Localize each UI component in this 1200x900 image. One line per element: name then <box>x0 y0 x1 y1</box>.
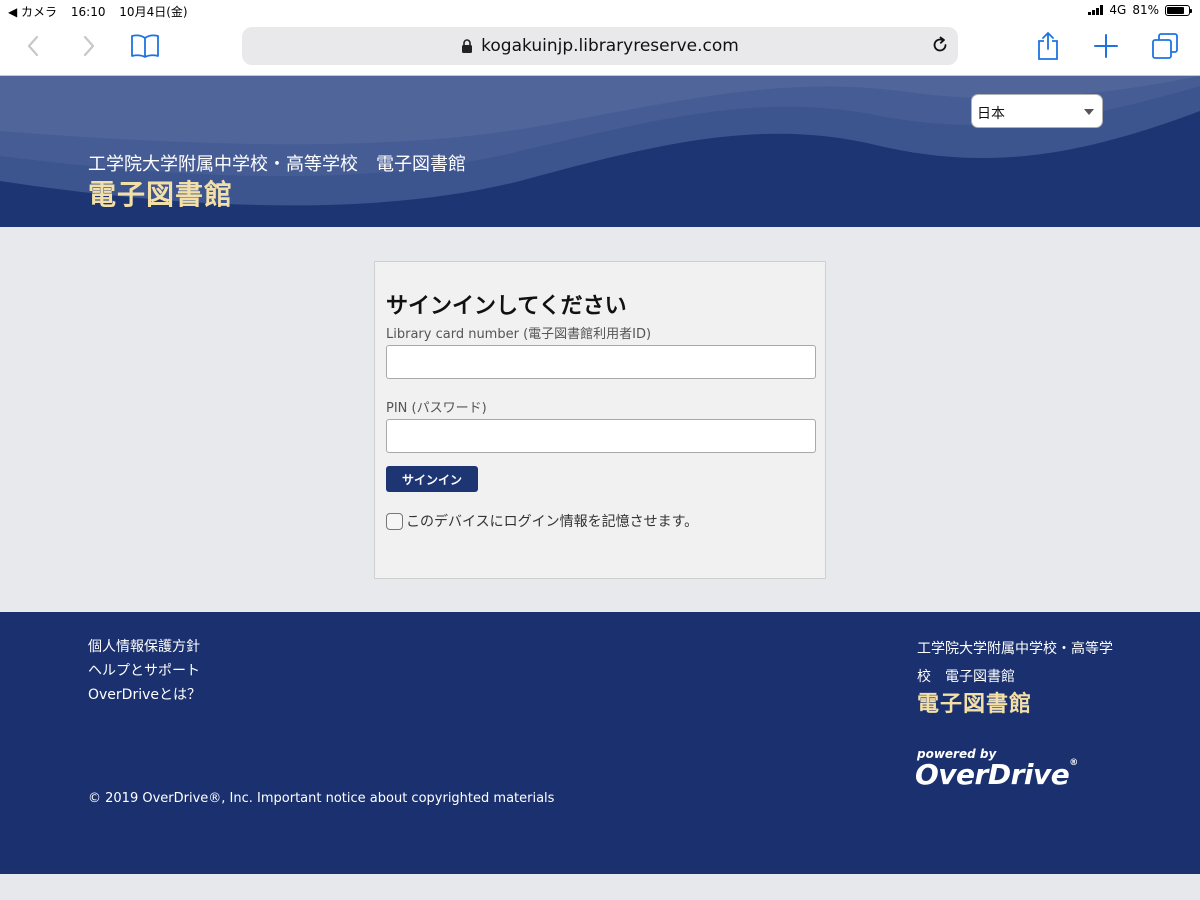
main-content: サインインしてください Library card number (電子図書館利用… <box>0 227 1200 612</box>
pin-label: PIN (パスワード) <box>386 401 487 416</box>
chevron-left-icon[interactable] <box>16 31 50 61</box>
address-bar[interactable]: kogakuinjp.libraryreserve.com <box>242 27 958 65</box>
remember-device[interactable]: このデバイスにログイン情報を記憶させます。 <box>386 511 698 531</box>
chevron-right-icon[interactable] <box>72 31 106 61</box>
browser-toolbar: kogakuinjp.libraryreserve.com <box>0 22 1200 76</box>
battery-icon <box>1165 4 1192 16</box>
footer-library-name: 工学院大学附属中学校・高等学校 電子図書館 <box>917 641 1113 685</box>
network-type: 4G <box>1109 3 1127 17</box>
overdrive-logo[interactable]: OverDrive® <box>915 758 1078 791</box>
status-date: 10月4日(金) <box>119 5 188 19</box>
footer-library-title[interactable]: 電子図書館 <box>917 686 1032 718</box>
language-select[interactable]: 日本 <box>971 94 1103 128</box>
library-title[interactable]: 電子図書館 <box>88 173 233 213</box>
overdrive-brand: OverDrive <box>915 758 1070 791</box>
footer: 個人情報保護方針 ヘルプとサポート OverDriveとは？ © 2019 Ov… <box>0 612 1200 874</box>
card-number-label: Library card number (電子図書館利用者ID) <box>386 327 652 342</box>
page-bottom <box>0 874 1200 900</box>
status-bar: ◀ カメラ 16:10 10月4日(金) 4G 81% <box>0 0 1200 22</box>
reload-icon[interactable] <box>930 35 950 60</box>
share-icon[interactable] <box>1031 31 1065 61</box>
plus-icon[interactable] <box>1089 31 1123 61</box>
copyright-notice[interactable]: © 2019 OverDrive®, Inc. Important notice… <box>88 791 554 806</box>
pin-input[interactable] <box>386 419 816 453</box>
lock-icon <box>461 38 473 54</box>
chevron-down-icon <box>1084 109 1094 115</box>
library-header: 日本 工学院大学附属中学校・高等学校 電子図書館 電子図書館 <box>0 76 1200 227</box>
about-overdrive-link[interactable]: OverDriveとは？ <box>88 683 201 707</box>
remember-checkbox[interactable] <box>386 512 403 530</box>
battery-percent: 81% <box>1132 3 1159 17</box>
signal-icon <box>1088 5 1104 15</box>
tabs-icon[interactable] <box>1148 31 1182 61</box>
help-support-link[interactable]: ヘルプとサポート <box>88 659 201 683</box>
signin-button[interactable]: サインイン <box>386 466 478 492</box>
footer-links: 個人情報保護方針 ヘルプとサポート OverDriveとは？ <box>88 635 201 707</box>
book-icon[interactable] <box>128 31 162 61</box>
privacy-policy-link[interactable]: 個人情報保護方針 <box>88 635 201 659</box>
back-to-app[interactable]: ◀ カメラ <box>8 5 57 19</box>
card-number-input[interactable] <box>386 345 816 379</box>
remember-label: このデバイスにログイン情報を記憶させます。 <box>406 514 699 530</box>
signin-heading: サインインしてください <box>386 294 627 319</box>
url-text: kogakuinjp.libraryreserve.com <box>481 36 739 56</box>
status-time: 16:10 <box>70 5 106 19</box>
signin-card: サインインしてください Library card number (電子図書館利用… <box>374 261 826 579</box>
language-value: 日本 <box>977 106 1005 122</box>
